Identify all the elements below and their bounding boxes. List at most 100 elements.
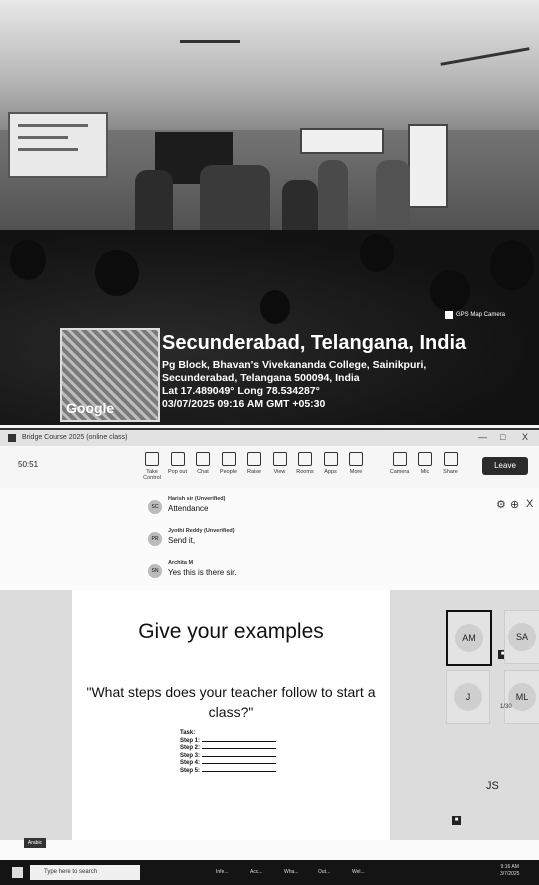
page-indicator: 1/30 bbox=[500, 704, 512, 710]
windows-taskbar: Type here to search Infe... Acc... Wha... O… bbox=[0, 860, 539, 885]
classroom-photo: GPS Map Camera Google Secunderabad, Tela… bbox=[0, 0, 539, 425]
participant-initials: ML bbox=[508, 683, 536, 711]
toolbar-button-take-control[interactable]: Take Control bbox=[140, 452, 164, 481]
toolbar-button-label: Take Control bbox=[143, 469, 161, 481]
taskbar-app[interactable]: Out... bbox=[318, 866, 330, 879]
camera-tag-text: GPS Map Camera bbox=[456, 312, 506, 318]
people-icon bbox=[221, 452, 236, 466]
title-bar: Bridge Course 2025 (online class) — □ X bbox=[0, 430, 539, 446]
blank-line bbox=[202, 755, 277, 757]
window bbox=[408, 124, 448, 208]
toolbar-button-label: Raise bbox=[246, 469, 262, 475]
toolbar-button-mic[interactable]: Mic bbox=[413, 452, 437, 475]
toolbar-button-rooms[interactable]: Rooms bbox=[293, 452, 317, 475]
toolbar-button-people[interactable]: People bbox=[217, 452, 241, 475]
participant-js[interactable]: JS bbox=[486, 780, 499, 792]
participant-tile-j[interactable]: J bbox=[446, 670, 490, 724]
toolbar-button-raise[interactable]: Raise bbox=[242, 452, 266, 475]
toolbar-button-label: Apps bbox=[324, 469, 337, 475]
task-step: Step 4: bbox=[180, 760, 277, 768]
toolbar-button-label: More bbox=[349, 469, 363, 475]
participant-initials: J bbox=[454, 683, 482, 711]
chat-text: Send it, bbox=[168, 536, 196, 545]
blank-line bbox=[202, 763, 277, 764]
taskbar-search[interactable]: Type here to search bbox=[30, 865, 140, 880]
task-step: Step 3: bbox=[180, 752, 277, 761]
chat-panel: ⚙ ⊕ X SC Harish sir (Unverified) Attendanc… bbox=[0, 488, 539, 598]
toolbar-button-label: Share bbox=[443, 469, 458, 475]
slide-question: "What steps does your teacher follow to … bbox=[86, 684, 376, 720]
window bbox=[300, 128, 384, 154]
wall-notice-board bbox=[8, 112, 108, 178]
clock-date: 3/7/2025 bbox=[500, 871, 520, 877]
geo-address-line1: Pg Block, Bhavan's Vivekananda College, … bbox=[162, 359, 427, 371]
participant-tile-sa[interactable]: SA bbox=[504, 610, 539, 664]
blank-line bbox=[202, 748, 277, 749]
take-control-icon bbox=[145, 452, 159, 466]
task-step-label: Step 5: bbox=[180, 767, 201, 774]
minimize-button[interactable]: — bbox=[478, 432, 487, 442]
meeting-window: Bridge Course 2025 (online class) — □ X … bbox=[0, 428, 539, 860]
window-title: Bridge Course 2025 (online class) bbox=[22, 434, 128, 441]
taskbar-app[interactable]: Infe... bbox=[216, 866, 229, 879]
task-step-label: Step 2: bbox=[180, 745, 201, 751]
toolbar-button-pop-out[interactable]: Pop out bbox=[166, 452, 190, 475]
chat-close-icon[interactable]: X bbox=[526, 498, 533, 510]
maximize-button[interactable]: □ bbox=[500, 432, 505, 442]
toolbar-button-label: Rooms bbox=[296, 469, 314, 475]
taskbar-app[interactable]: Acc... bbox=[250, 866, 263, 879]
chat-avatar: SC bbox=[148, 500, 162, 514]
blank-line bbox=[202, 770, 277, 772]
chat-popout-icon[interactable]: ⊕ bbox=[510, 498, 519, 511]
participant-initials: AM bbox=[455, 624, 483, 652]
share-icon bbox=[443, 452, 458, 466]
rooms-icon bbox=[298, 452, 312, 466]
mic-icon bbox=[418, 452, 432, 466]
taskbar-app[interactable]: Wha... bbox=[284, 866, 298, 879]
map-thumbnail: Google bbox=[60, 328, 160, 422]
participant-tile-ml[interactable]: ML bbox=[504, 670, 539, 724]
toolbar-button-label: Chat bbox=[197, 469, 209, 475]
geo-coords: Lat 17.489049° Long 78.534287° bbox=[162, 385, 320, 397]
geo-title: Secunderabad, Telangana, India bbox=[162, 332, 467, 354]
pop-out-icon bbox=[170, 452, 185, 466]
task-step-label: Step 1: bbox=[180, 737, 201, 744]
start-button[interactable] bbox=[12, 867, 23, 878]
view-icon bbox=[272, 452, 287, 466]
apps-icon bbox=[323, 452, 338, 466]
map-label: Google bbox=[66, 400, 115, 416]
toolbar-button-camera[interactable]: Camera bbox=[388, 452, 412, 475]
leave-button[interactable]: Leave bbox=[482, 457, 528, 475]
raise-hand-icon bbox=[247, 452, 261, 466]
toolbar-button-label: Mic bbox=[420, 469, 430, 475]
toolbar-button-chat[interactable]: Chat bbox=[191, 452, 215, 475]
toolbar-button-label: People bbox=[219, 469, 238, 475]
task-step: Step 5: bbox=[180, 767, 277, 776]
task-heading: Task: bbox=[180, 730, 196, 736]
participant-tile-am[interactable]: AM bbox=[446, 610, 492, 666]
close-button[interactable]: X bbox=[522, 432, 528, 442]
camera-logo-icon bbox=[445, 311, 453, 319]
meeting-toolbar: 50:51 Take Control Pop out Chat People Raise… bbox=[0, 446, 539, 489]
chat-text: Attendance bbox=[168, 504, 209, 513]
geo-address-line2: Secunderabad, Telangana 500094, India bbox=[162, 372, 360, 384]
taskbar-app[interactable]: Wel... bbox=[352, 866, 365, 879]
system-clock[interactable]: 9:16 AM 3/7/2025 bbox=[500, 864, 519, 878]
chat-text: Yes this is there sir. bbox=[168, 568, 237, 577]
chat-sender: Archita M bbox=[168, 560, 194, 566]
toolbar-button-view[interactable]: View bbox=[268, 452, 292, 475]
chat-avatar: SN bbox=[148, 564, 162, 578]
task-step-label: Step 3: bbox=[180, 752, 201, 759]
toolbar-button-apps[interactable]: Apps bbox=[319, 452, 343, 475]
chat-settings-icon[interactable]: ⚙ bbox=[496, 498, 506, 511]
toolbar-button-more[interactable]: More bbox=[344, 452, 368, 475]
slide-title: Give your examples bbox=[138, 620, 324, 643]
mic-muted-icon: ■ bbox=[452, 816, 461, 825]
participant-initials: SA bbox=[508, 623, 536, 651]
toolbar-button-share[interactable]: Share bbox=[439, 452, 463, 475]
toolbar-button-label: View bbox=[273, 469, 286, 475]
chat-avatar: PR bbox=[148, 532, 162, 546]
geo-text: Secunderabad, Telangana, India Pg Block,… bbox=[162, 332, 466, 411]
task-step: Step 1: bbox=[180, 737, 277, 746]
ceiling-fan-icon bbox=[180, 40, 240, 43]
